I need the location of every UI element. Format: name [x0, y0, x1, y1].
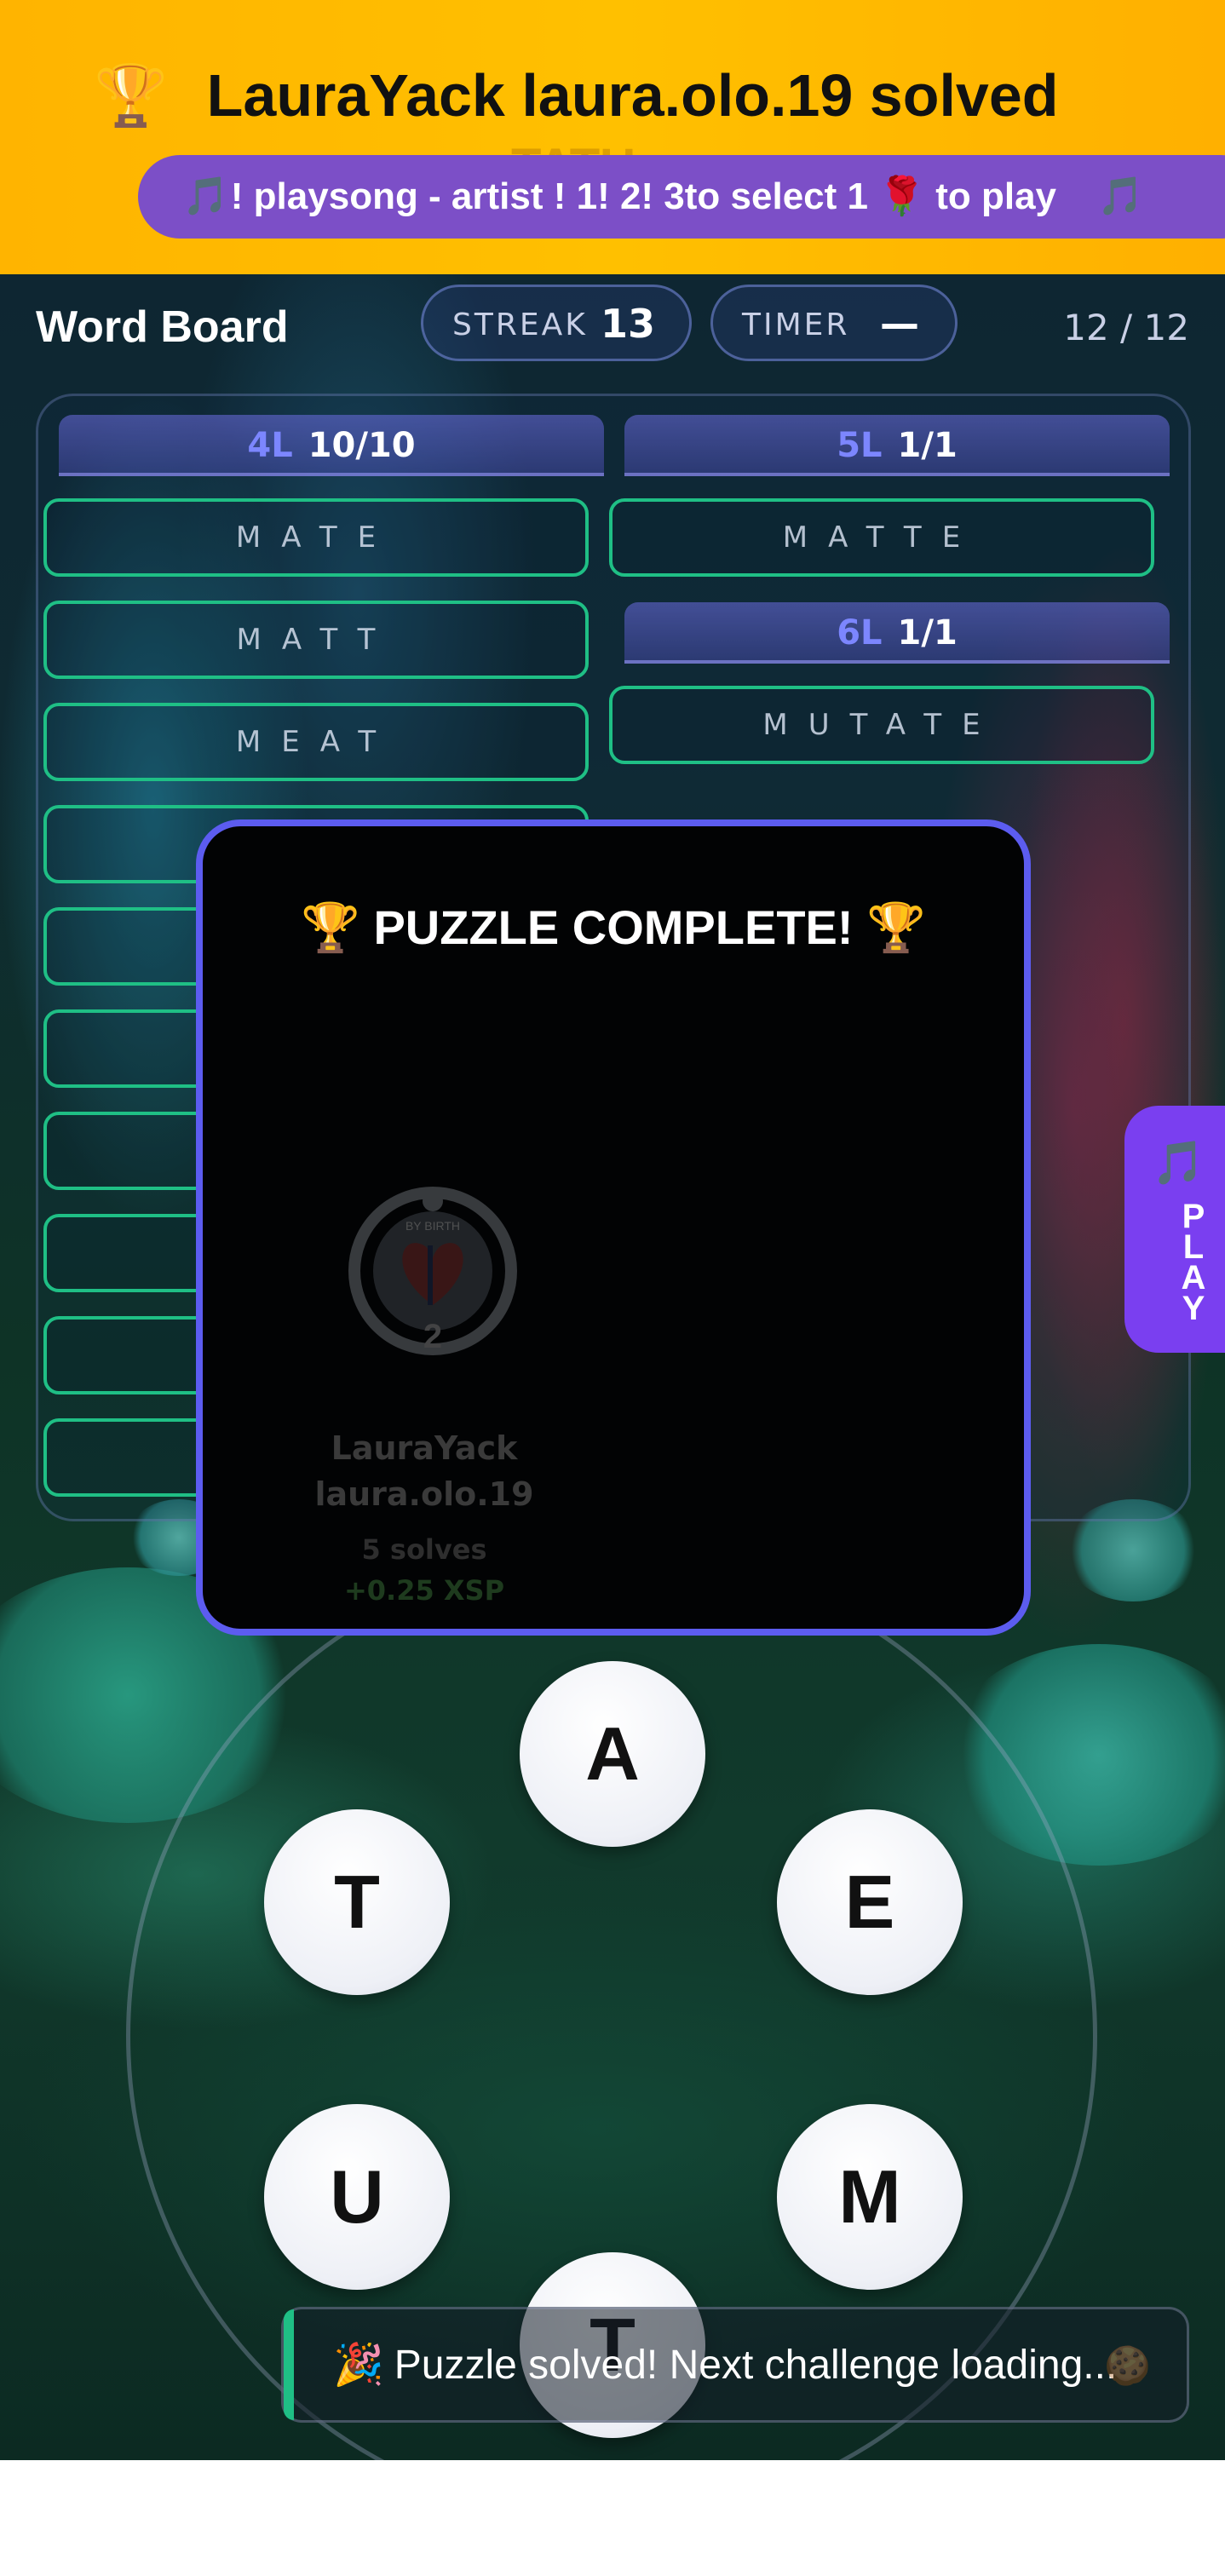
word-slot: MATE: [43, 498, 589, 577]
rank-badge-icon: BY BIRTH 2: [339, 1177, 526, 1365]
toast-accent-bar: [284, 2309, 294, 2420]
word-slot: MATT: [43, 601, 589, 679]
group-length: 5L: [837, 426, 883, 465]
group-count: 10/10: [308, 426, 416, 465]
letter-tile[interactable]: T: [264, 1809, 450, 1995]
song-ticker: 🎵! playsong - artist ! 1! 2! 3to select …: [138, 155, 1225, 239]
word-slot: MUTATE: [609, 686, 1154, 764]
toast-text: Puzzle solved! Next challenge loading...: [394, 2343, 1118, 2388]
play-tab-label: PLAY: [1175, 1198, 1212, 1320]
group-length: 4L: [247, 426, 293, 465]
ticker-text: ! playsong - artist ! 1! 2! 3to select 1…: [230, 175, 1057, 217]
board-title: Word Board: [36, 302, 289, 352]
letter-tile[interactable]: A: [520, 1661, 705, 1847]
trophy-icon: 🏆: [94, 62, 169, 129]
badge-rank: 2: [423, 1318, 442, 1355]
streak-value: 13: [601, 301, 656, 347]
party-popper-icon: 🎉: [333, 2343, 384, 2388]
group-count: 1/1: [897, 426, 958, 465]
banner-title: 🏆 LauraYack laura.olo.19 solved: [94, 61, 1059, 131]
letter-tile[interactable]: M: [777, 2104, 963, 2290]
group-header-5l: 5L 1/1: [624, 415, 1170, 476]
group-count: 1/1: [897, 613, 958, 653]
letter-tile[interactable]: U: [264, 2104, 450, 2290]
words-progress: 12 / 12: [1063, 307, 1189, 348]
music-note-icon: 🎵: [1097, 175, 1145, 217]
board-header: Word Board STREAK 13 TIMER — 12 / 12: [0, 274, 1225, 377]
solver-handle: laura.olo.19: [314, 1475, 534, 1513]
solved-banner: TATU 🏆 LauraYack laura.olo.19 solved 🎵! …: [0, 0, 1225, 274]
badge-caption: BY BIRTH: [405, 1219, 460, 1233]
banner-title-text: LauraYack laura.olo.19 solved: [206, 62, 1059, 129]
play-side-tab[interactable]: 🎵 PLAY: [1124, 1106, 1225, 1353]
streak-label: STREAK: [452, 308, 588, 342]
solver-name: LauraYack: [331, 1429, 518, 1467]
group-header-4l: 4L 10/10: [59, 415, 604, 476]
toast-message: 🎉 Puzzle solved! Next challenge loading..…: [333, 2340, 1117, 2389]
group-header-6l: 6L 1/1: [624, 602, 1170, 664]
timer-value: —: [880, 301, 919, 347]
music-note-icon: 🎵: [182, 175, 229, 217]
word-slot: MEAT: [43, 703, 589, 781]
streak-badge: STREAK 13: [421, 285, 692, 361]
letter-tile[interactable]: E: [777, 1809, 963, 1995]
solver-reward: +0.25 XSP: [343, 1574, 505, 1607]
timer-badge: TIMER —: [710, 285, 958, 361]
cookie-icon: 🍪: [1104, 2344, 1151, 2388]
toast-notification: 🎉 Puzzle solved! Next challenge loading..…: [281, 2307, 1189, 2423]
solver-solves: 5 solves: [361, 1533, 487, 1566]
game-screen: TATU 🏆 LauraYack laura.olo.19 solved 🎵! …: [0, 0, 1225, 2460]
modal-title: 🏆 PUZZLE COMPLETE! 🏆: [301, 900, 926, 954]
word-slot: MATTE: [609, 498, 1154, 577]
music-note-icon: 🎵: [1152, 1138, 1205, 1187]
group-length: 6L: [837, 613, 883, 653]
puzzle-complete-modal: 🏆 PUZZLE COMPLETE! 🏆 BY BIRTH 2 LauraYac…: [196, 819, 1031, 1636]
timer-label: TIMER: [742, 308, 850, 342]
